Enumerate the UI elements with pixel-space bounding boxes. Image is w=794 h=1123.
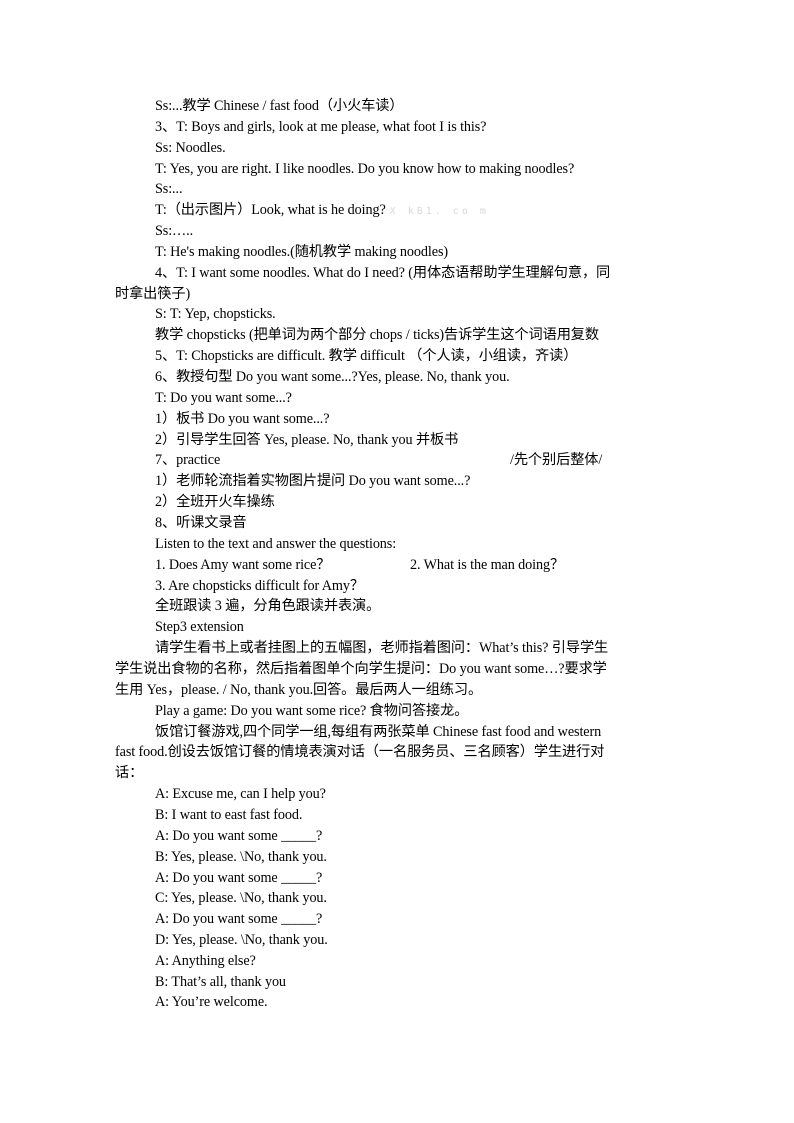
text-line: 2）全班开火车操练 <box>155 494 275 510</box>
dialogue-line: D: Yes, please. \No, thank you. <box>155 932 328 948</box>
dialogue-line: A: You’re welcome. <box>155 994 268 1010</box>
text-line: Ss:….. <box>155 223 194 239</box>
dialogue-line: A: Anything else? <box>155 953 256 969</box>
text-line: 2）引导学生回答 Yes, please. No, thank you 并板书 <box>155 432 459 448</box>
dialogue-line: A: Do you want some _____? <box>155 828 323 844</box>
text-line: 全班跟读 3 遍，分角色跟读并表演。 <box>155 598 381 614</box>
dialogue-line: B: Yes, please. \No, thank you. <box>155 849 327 865</box>
text-line: Ss:... <box>155 181 183 197</box>
dialogue-line: C: Yes, please. \No, thank you. <box>155 890 327 906</box>
dialogue-line: A: Do you want some _____? <box>155 911 323 927</box>
text-line: T: He's making noodles.(随机教学 making nood… <box>155 244 448 260</box>
text-line-with-watermark: T:（出示图片）Look, what is he doing? X kB1. co… <box>155 200 489 222</box>
text-line: Ss: Noodles. <box>155 140 226 156</box>
text-line: 4、T: I want some noodles. What do I need… <box>155 265 611 281</box>
dialogue-line: A: Excuse me, can I help you? <box>155 786 326 802</box>
text-line: 请学生看书上或者挂图上的五幅图，老师指着图问：What’s this? 引导学生 <box>155 640 609 656</box>
watermark: X kB1. co m <box>389 206 489 217</box>
text-line: 1）老师轮流指着实物图片提问 Do you want some...? <box>155 473 471 489</box>
text-line: 1）板书 Do you want some...? <box>155 411 330 427</box>
text-line: T: Yes, you are right. I like noodles. D… <box>155 161 575 177</box>
text-line: 7、practice <box>155 452 221 468</box>
text-line: 8、听课文录音 <box>155 515 247 531</box>
text-line: Listen to the text and answer the questi… <box>155 536 397 552</box>
dialogue-line: B: I want to east fast food. <box>155 807 303 823</box>
text-line: 3、T: Boys and girls, look at me please, … <box>155 119 487 135</box>
text-line: T:（出示图片）Look, what is he doing? <box>155 202 386 218</box>
text-line: 6、教授句型 Do you want some...?Yes, please. … <box>155 369 510 385</box>
dialogue-line: A: Do you want some _____? <box>155 870 323 886</box>
text-line: 饭馆订餐游戏,四个同学一组,每组有两张菜单 Chinese fast food … <box>155 724 602 740</box>
question-1: 1. Does Amy want some rice？ <box>155 557 331 573</box>
text-line: fast food.创设去饭馆订餐的情境表演对话（一名服务员、三名顾客）学生进行… <box>115 744 605 760</box>
practice-note: /先个别后整体/ <box>510 452 603 468</box>
question-3: 3. Are chopsticks difficult for Amy？ <box>155 578 364 594</box>
dialogue-line: B: That’s all, thank you <box>155 974 286 990</box>
text-line: Play a game: Do you want some rice? 食物问答… <box>155 703 469 719</box>
section-heading: Step3 extension <box>155 619 244 635</box>
text-line: 5、T: Chopsticks are difficult. 教学 diffic… <box>155 348 578 364</box>
text-line: 生用 Yes，please. / No, thank you.回答。最后两人一组… <box>115 682 483 698</box>
document-page: Ss:...教学 Chinese / fast food（小火车读） 3、T: … <box>0 0 794 1123</box>
text-line: 话： <box>115 765 144 781</box>
text-line: 时拿出筷子) <box>115 286 191 302</box>
question-2: 2. What is the man doing？ <box>410 557 565 573</box>
text-line: 学生说出食物的名称，然后指着图单个向学生提问：Do you want some…… <box>115 661 607 677</box>
text-line: T: Do you want some...? <box>155 390 292 406</box>
text-line: Ss:...教学 Chinese / fast food（小火车读） <box>155 98 404 114</box>
text-line: S: T: Yep, chopsticks. <box>155 306 276 322</box>
text-line: 教学 chopsticks (把单词为两个部分 chops / ticks)告诉… <box>155 327 599 343</box>
